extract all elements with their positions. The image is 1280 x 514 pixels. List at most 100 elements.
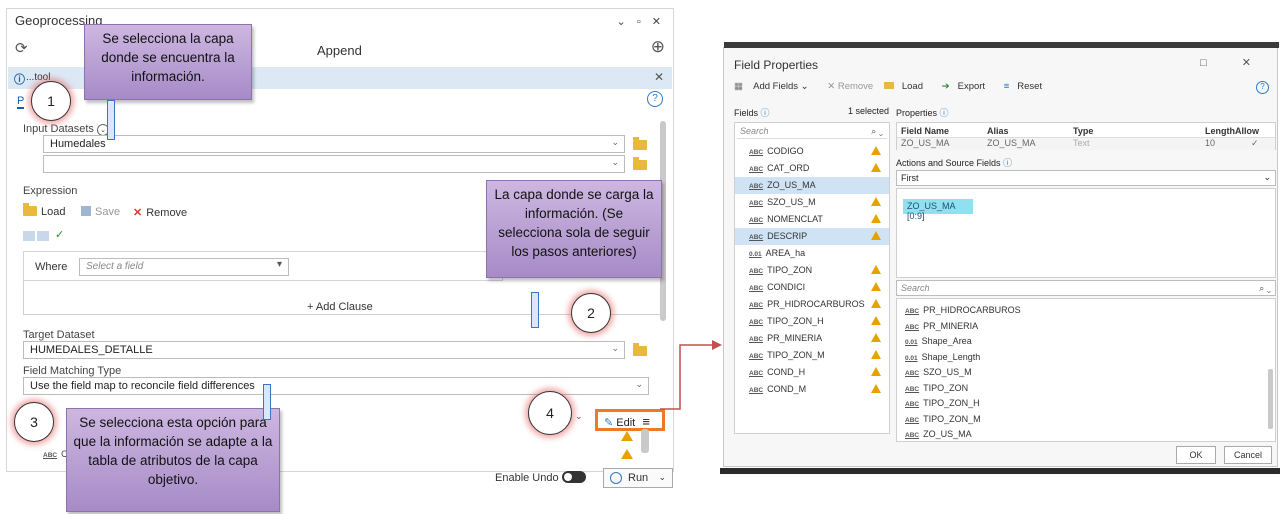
list-item[interactable]: ABC TIPO_ZON_M <box>905 414 981 424</box>
sql-toggle-icon[interactable] <box>37 231 49 241</box>
save-button[interactable]: Save <box>81 206 120 218</box>
input-dataset-field[interactable]: Humedales ⌄ <box>43 135 625 153</box>
list-item[interactable]: ABC DESCRIP <box>735 228 889 245</box>
arrow-down-icon <box>263 384 271 420</box>
chevron-down-icon[interactable]: ⌄ <box>575 411 583 422</box>
add-icon[interactable]: ⊕ <box>651 37 665 57</box>
where-label: Where <box>35 261 68 273</box>
chevron-down-icon: ⌄ <box>611 343 619 353</box>
field-name: TIPO_ZON_H <box>767 316 824 326</box>
list-item[interactable]: ABC ZO_US_MA <box>905 429 972 439</box>
list-item[interactable]: ABC CODIGO <box>735 143 889 160</box>
source-search-input[interactable]: Search ⌕ ⌄ <box>896 280 1276 296</box>
list-item[interactable]: ABC TIPO_ZON <box>735 262 889 279</box>
list-item[interactable]: ABC NOMENCLAT <box>735 211 889 228</box>
warning-icon <box>871 231 881 240</box>
source-field-chip[interactable]: ZO_US_MA [0:9] <box>903 199 973 221</box>
text-type-icon: ABC <box>905 370 920 377</box>
select-field-dropdown[interactable]: Select a field ▾ <box>79 258 289 276</box>
allow-null-checkbox[interactable]: ✓ <box>1251 138 1259 149</box>
list-item[interactable]: 0.01 Shape_Area <box>905 336 972 346</box>
dropdown-arrow-icon: ▾ <box>276 259 282 270</box>
sql-toggle-icon[interactable] <box>23 231 35 241</box>
list-item[interactable]: ABC PR_HIDROCARBUROS <box>905 305 1021 315</box>
help-icon[interactable]: ? <box>1256 81 1269 94</box>
field-name: SZO_US_M <box>923 367 972 377</box>
folder-icon[interactable] <box>633 157 647 170</box>
list-item[interactable]: ABC TIPO_ZON <box>905 383 968 393</box>
load-button[interactable]: Load <box>23 203 65 218</box>
target-dataset-field[interactable]: HUMEDALES_DETALLE ⌄ <box>23 341 625 359</box>
load-button[interactable]: Load <box>883 81 931 92</box>
pane-window-controls[interactable]: ⌄ ▫ ✕ <box>617 15 665 28</box>
field-name: PR_MINERIA <box>767 333 823 343</box>
field-name: Shape_Area <box>921 336 972 346</box>
list-item[interactable]: ABC PR_MINERIA <box>905 321 978 331</box>
add-clause-button[interactable]: + Add Clause <box>307 301 373 313</box>
edit-field-map-button[interactable]: ✎ Edit ≡ <box>595 409 665 431</box>
step-2-marker: 2 <box>571 293 611 333</box>
add-fields-icon: ▦ <box>734 81 743 92</box>
list-item[interactable]: ABC SZO_US_M <box>735 194 889 211</box>
input-dataset-field-empty[interactable]: ⌄ <box>43 155 625 173</box>
list-scrollbar[interactable] <box>1268 369 1273 429</box>
remove-button[interactable]: ✕ Remove <box>827 81 873 92</box>
list-item[interactable]: ABC SZO_US_M <box>905 367 972 377</box>
list-item[interactable]: ABC PR_HIDROCARBUROS <box>735 296 889 313</box>
cancel-button[interactable]: Cancel <box>1224 446 1272 464</box>
text-type-icon: ABC <box>749 200 764 207</box>
text-type-icon: ABC <box>905 385 920 393</box>
text-type-icon: ABC <box>905 308 920 315</box>
text-type-icon: ABC <box>905 432 920 439</box>
text-type-icon: ABC <box>749 217 764 224</box>
add-fields-button[interactable]: ▦ Add Fields ⌄ <box>734 81 817 92</box>
remove-button[interactable]: ✕ Remove <box>133 206 187 219</box>
field-name: CAT_ORD <box>767 163 810 173</box>
list-item[interactable]: ABC TIPO_ZON_H <box>735 313 889 330</box>
dialog-window-controls[interactable]: □ ✕ <box>1200 56 1267 69</box>
check-icon[interactable]: ✓ <box>55 228 64 241</box>
field-name: DESCRIP <box>767 231 808 241</box>
export-button[interactable]: ➔ Export <box>942 81 993 92</box>
fields-list: Search ⌕ ⌄ ABC CODIGO ABC CAT_ORD ABC ZO_US_MA… <box>734 122 890 434</box>
actions-label: Actions and Source Fields ⓘ <box>896 158 1013 168</box>
folder-icon[interactable] <box>633 343 647 356</box>
list-item[interactable]: ABC COND_H <box>735 364 889 381</box>
tab-parameters[interactable]: P <box>17 95 25 109</box>
text-type-icon: ABC <box>749 370 764 377</box>
close-icon[interactable]: ✕ <box>654 70 664 84</box>
text-type-icon: ABC <box>749 268 764 275</box>
list-item[interactable]: ABC PR_MINERIA <box>735 330 889 347</box>
source-fields-list: ABC PR_HIDROCARBUROS ABC PR_MINERIA 0.01 Shap… <box>896 298 1276 442</box>
list-item[interactable]: ABC TIPO_ZON_M <box>735 347 889 364</box>
enable-undo-toggle[interactable] <box>562 471 586 483</box>
list-item[interactable]: ABC ZO_US_MA <box>735 177 889 194</box>
list-item[interactable]: ABC TIPO_ZON_H <box>905 398 980 408</box>
list-item[interactable]: ABC C <box>43 449 68 459</box>
callout-3: Se selecciona esta opción para que la in… <box>66 408 280 512</box>
field-name: SZO_US_M <box>767 197 816 207</box>
text-type-icon: ABC <box>749 149 764 156</box>
list-scrollbar[interactable] <box>641 429 649 453</box>
ok-button[interactable]: OK <box>1176 446 1216 464</box>
grid-cell[interactable]: ZO_US_MA <box>901 138 950 148</box>
folder-icon[interactable] <box>633 137 647 150</box>
text-type-icon: ABC <box>749 302 764 309</box>
info-icon: ⓘ <box>14 74 25 86</box>
list-item[interactable]: 0.01 AREA_ha <box>735 245 889 262</box>
back-icon[interactable]: ⟳ <box>15 39 28 57</box>
chevron-down-icon: ⌄ <box>1263 172 1271 182</box>
fields-search-input[interactable]: Search ⌕ ⌄ <box>737 125 887 139</box>
list-item[interactable]: ABC CAT_ORD <box>735 160 889 177</box>
merge-rule-dropdown[interactable]: First ⌄ <box>896 170 1276 186</box>
grid-cell[interactable]: 10 <box>1205 138 1215 148</box>
chevron-down-icon: ⌄ <box>658 472 666 482</box>
list-item[interactable]: 0.01 Shape_Length <box>905 352 980 362</box>
help-icon[interactable]: ? <box>647 91 663 107</box>
list-item[interactable]: ABC COND_M <box>735 381 889 398</box>
grid-cell[interactable]: ZO_US_MA <box>987 138 1036 148</box>
list-item[interactable]: ABC CONDICI <box>735 279 889 296</box>
grid-cell[interactable]: Text <box>1073 138 1090 148</box>
run-button[interactable]: Run ⌄ <box>603 468 673 488</box>
reset-button[interactable]: ≡ Reset <box>1004 81 1050 92</box>
